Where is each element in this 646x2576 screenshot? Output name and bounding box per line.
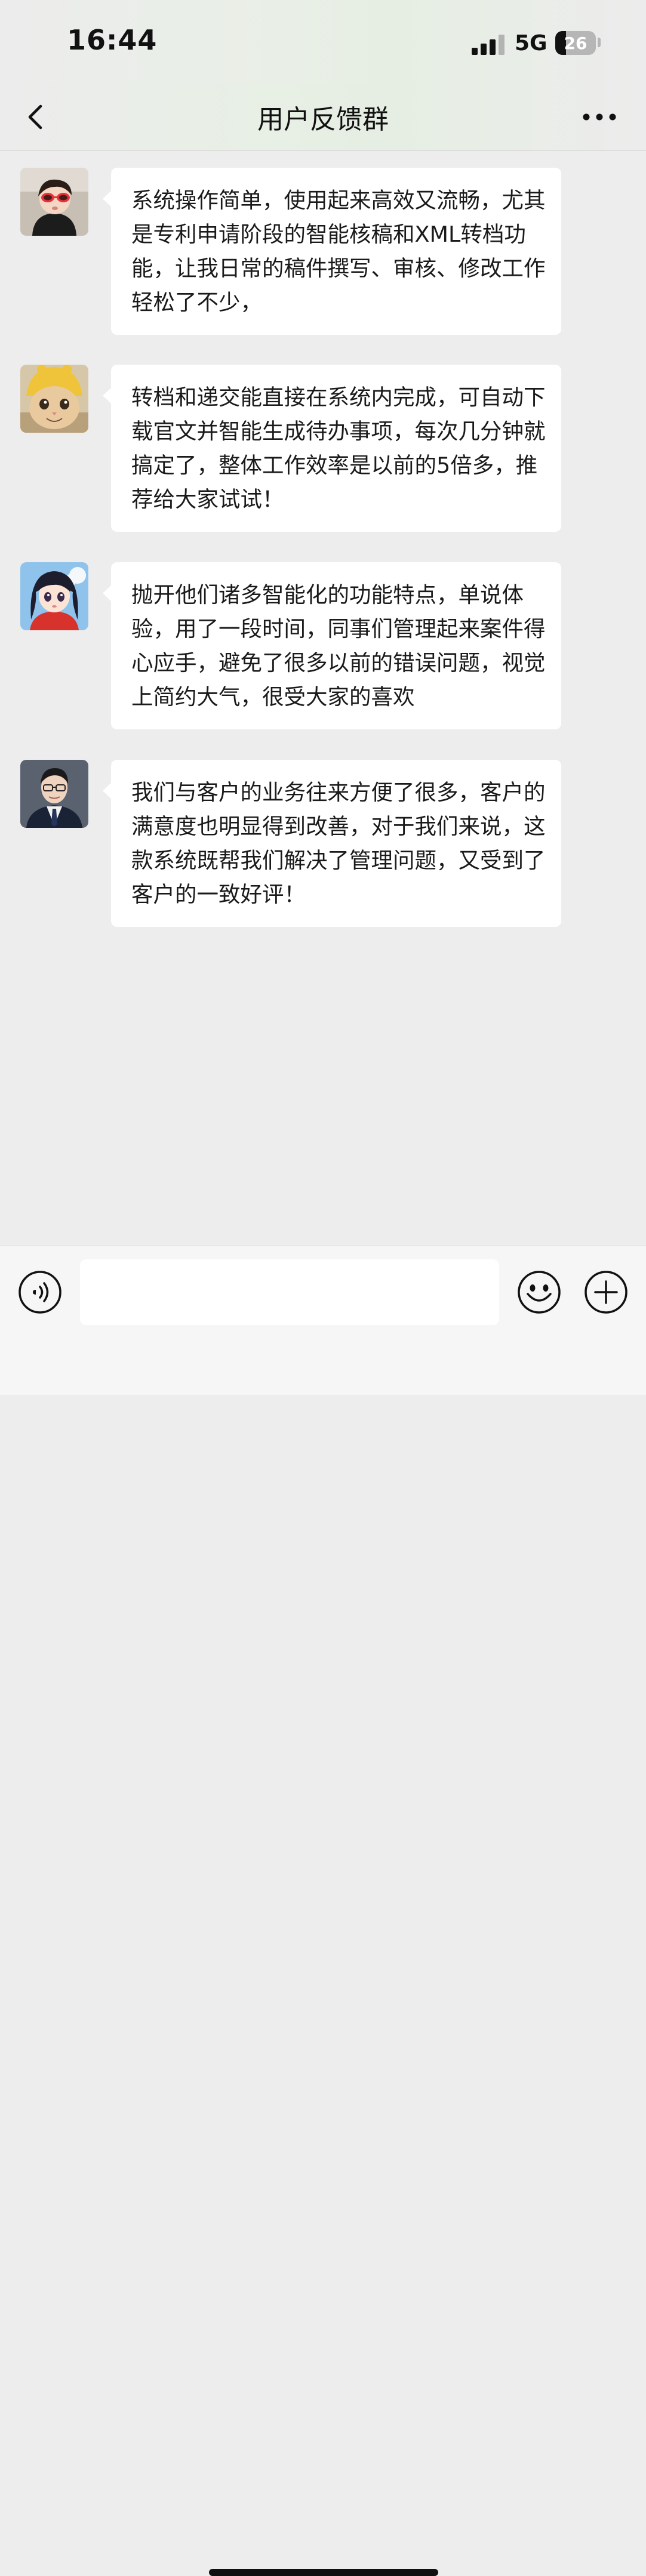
chevron-left-icon <box>28 104 42 130</box>
avatar-cat-yellow-hat-icon <box>20 365 88 433</box>
message-bubble[interactable]: 我们与客户的业务往来方便了很多，客户的满意度也明显得到改善，对于我们来说，这款系… <box>103 760 561 927</box>
message-bubble[interactable]: 抛开他们诸多智能化的功能特点，单说体验，用了一段时间，同事们管理起来案件得心应手… <box>103 562 561 729</box>
battery-percent: 26 <box>564 33 587 53</box>
more-functions-button[interactable] <box>584 1270 628 1314</box>
avatar[interactable] <box>20 760 88 828</box>
battery-icon: 26 <box>555 31 596 55</box>
plus-icon <box>585 1271 627 1314</box>
network-type: 5G <box>515 31 547 56</box>
chat-message-list[interactable]: 系统操作简单，使用起来高效又流畅，尤其是专利申请阶段的智能核稿和XML转档功能，… <box>0 151 646 1246</box>
chat-title: 用户反馈群 <box>257 104 389 135</box>
message-bubble[interactable]: 系统操作简单，使用起来高效又流畅，尤其是专利申请阶段的智能核稿和XML转档功能，… <box>103 168 561 335</box>
voice-icon <box>19 1271 61 1314</box>
battery-tip <box>598 38 601 47</box>
status-time: 16:44 <box>67 24 158 56</box>
back-button[interactable] <box>23 98 51 136</box>
emoji-button[interactable] <box>517 1270 561 1314</box>
signal-icon <box>472 35 505 55</box>
avatar[interactable] <box>20 562 88 630</box>
home-indicator[interactable] <box>209 2569 438 2576</box>
more-dots-icon <box>583 113 616 121</box>
avatar-man-suit-icon <box>20 760 88 828</box>
avatar[interactable] <box>20 365 88 433</box>
message-input[interactable] <box>80 1259 499 1325</box>
voice-button[interactable] <box>18 1270 62 1314</box>
avatar-child-sunglasses-icon <box>20 168 88 236</box>
more-button[interactable] <box>580 101 619 133</box>
status-bar: 16:44 5G 26 <box>0 0 646 84</box>
chat-header: 用户反馈群 <box>0 84 646 151</box>
avatar[interactable] <box>20 168 88 236</box>
avatar-anime-girl-icon <box>20 562 88 630</box>
message-bubble[interactable]: 转档和递交能直接在系统内完成，可自动下载官文并智能生成待办事项，每次几分钟就搞定… <box>103 365 561 532</box>
input-bar <box>0 1246 646 2576</box>
emoji-icon <box>518 1271 561 1314</box>
